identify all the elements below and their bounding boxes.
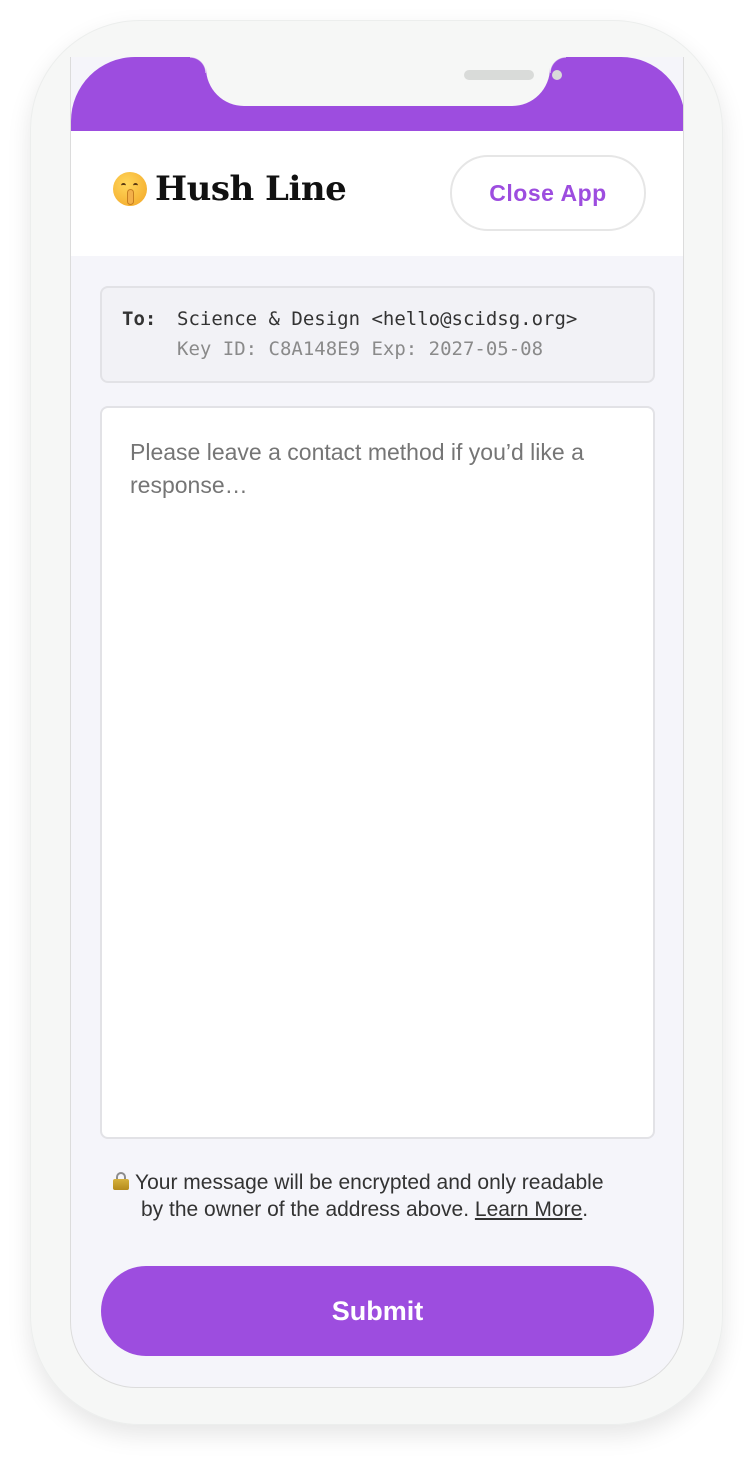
key-info: Key ID: C8A148E9 Exp: 2027-05-08 [177,338,544,360]
lock-icon [113,1172,129,1190]
notice-line-2: by the owner of the address above. [141,1198,470,1221]
brand: Hush Line [113,169,347,209]
notice-period: . [582,1198,589,1221]
recipient-card: To: Science & Design <hello@scidsg.org> … [100,286,655,383]
app-title: Hush Line [155,169,347,209]
app-header: Hush Line Close App [71,131,683,256]
speaker-grille [464,70,534,80]
submit-button[interactable]: Submit [101,1266,654,1356]
camera-icon [552,70,562,80]
message-input[interactable] [100,406,655,1139]
notice-line-1: Your message will be encrypted and only … [135,1171,604,1194]
shushing-face-icon [113,172,147,206]
app-screen: Hush Line Close App To: Science & Design… [70,57,684,1388]
encryption-notice: Your message will be encrypted and only … [113,1169,653,1223]
to-label: To: [122,308,157,330]
recipient-address: Science & Design <hello@scidsg.org> [177,308,578,330]
device-notch [190,57,566,106]
learn-more-link[interactable]: Learn More [475,1198,582,1221]
close-app-button[interactable]: Close App [450,155,646,231]
